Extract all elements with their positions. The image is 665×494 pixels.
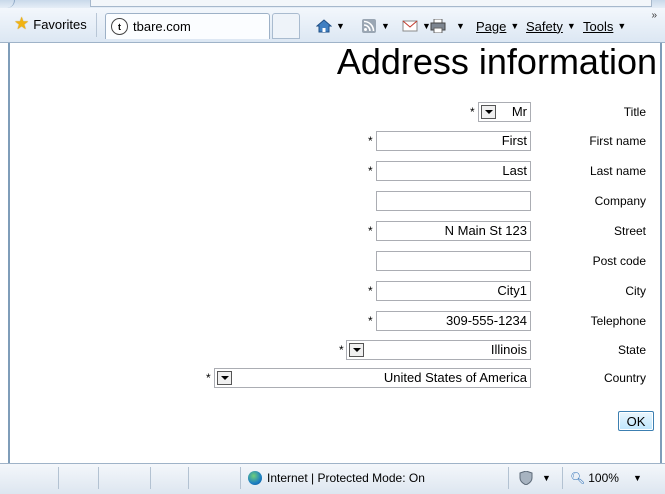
home-dropdown-icon[interactable]: ▼ [336, 21, 345, 31]
city-input[interactable]: City1 [376, 281, 531, 301]
window-corner [0, 0, 15, 8]
country-dropdown-icon[interactable] [217, 371, 232, 385]
zoom-magnifier-icon: 🔍︎ [570, 471, 586, 485]
internet-globe-icon [248, 471, 262, 485]
telephone-label: Telephone [590, 314, 646, 328]
content-right-border [660, 43, 662, 463]
toolbar-separator [96, 13, 97, 37]
tools-dropdown-icon: ▼ [617, 21, 627, 31]
status-separator [150, 467, 151, 489]
page-menu[interactable]: Page ▼ [476, 16, 519, 36]
security-shield-icon [519, 471, 533, 485]
required-marker: * [368, 284, 373, 298]
country-select[interactable]: United States of America [214, 368, 531, 388]
post-code-label: Post code [592, 254, 646, 268]
page-content: Address information * Mr Title * First F… [0, 41, 665, 463]
print-button[interactable]: ▼ [430, 16, 465, 36]
security-button[interactable]: ▼ [518, 468, 551, 488]
favorites-star-icon: ★ [14, 14, 30, 33]
last-name-input[interactable]: Last [376, 161, 531, 181]
mail-icon [402, 20, 418, 32]
page-title: Address information [336, 41, 657, 82]
browser-tab[interactable]: t tbare.com [105, 13, 270, 39]
printer-icon [430, 19, 446, 33]
status-separator [562, 467, 563, 489]
title-label: Title [623, 105, 646, 119]
first-name-input[interactable]: First [376, 131, 531, 151]
required-marker: * [206, 371, 211, 385]
zoom-dropdown-icon: ▼ [632, 473, 642, 483]
required-marker: * [368, 224, 373, 238]
more-commands-chevron-icon[interactable]: » [651, 10, 657, 21]
required-marker: * [368, 134, 373, 148]
status-separator [98, 467, 99, 489]
state-label: State [617, 343, 646, 357]
favorites-label: Favorites [33, 16, 87, 32]
favorites-button[interactable]: ★ Favorites [14, 13, 87, 35]
company-label: Company [594, 194, 646, 208]
site-favicon-icon: t [111, 18, 128, 35]
required-marker: * [368, 164, 373, 178]
title-dropdown-icon[interactable] [481, 105, 496, 119]
required-marker: * [339, 343, 344, 357]
state-select[interactable]: Illinois [346, 340, 531, 360]
status-separator [58, 467, 59, 489]
telephone-input[interactable]: 309-555-1234 [376, 311, 531, 331]
last-name-label: Last name [589, 164, 646, 178]
safety-menu[interactable]: Safety ▼ [526, 16, 576, 36]
country-label: Country [603, 371, 646, 385]
print-dropdown-icon[interactable]: ▼ [456, 21, 465, 31]
safety-menu-label: Safety [526, 18, 563, 34]
home-button[interactable]: ▼ [316, 16, 345, 36]
zoom-control[interactable]: 🔍︎ 100% ▼ [570, 468, 642, 488]
new-tab-button[interactable] [272, 13, 300, 39]
feeds-dropdown-icon[interactable]: ▼ [381, 21, 390, 31]
street-input[interactable]: N Main St 123 [376, 221, 531, 241]
post-code-input[interactable] [376, 251, 531, 271]
status-separator [508, 467, 509, 489]
street-label: Street [613, 224, 646, 238]
content-left-border [8, 43, 10, 463]
zoom-level: 100% [588, 471, 619, 485]
tools-menu-label: Tools [583, 18, 614, 34]
browser-toolbar: ★ Favorites t tbare.com ▼ ▼ ▼ ▼ Page ▼ S… [0, 8, 665, 43]
page-dropdown-icon: ▼ [510, 21, 520, 31]
status-separator [188, 467, 189, 489]
zone-status-text: Internet | Protected Mode: On [267, 471, 425, 485]
address-bar-edge [90, 0, 652, 7]
status-bar: Internet | Protected Mode: On ▼ 🔍︎ 100% … [0, 463, 665, 494]
mail-button[interactable]: ▼ [402, 16, 431, 36]
security-dropdown-icon: ▼ [542, 473, 551, 483]
city-label: City [625, 284, 646, 298]
safety-dropdown-icon: ▼ [566, 21, 576, 31]
rss-feed-icon [362, 19, 376, 33]
home-icon [316, 19, 332, 33]
first-name-label: First name [589, 134, 646, 148]
tab-title: tbare.com [133, 19, 191, 34]
company-input[interactable] [376, 191, 531, 211]
status-separator [240, 467, 241, 489]
tools-menu[interactable]: Tools ▼ [583, 16, 626, 36]
required-marker: * [368, 314, 373, 328]
page-menu-label: Page [476, 18, 507, 34]
feeds-button[interactable]: ▼ [361, 16, 390, 36]
required-marker: * [470, 105, 475, 119]
window-top-strip [0, 0, 665, 8]
ok-button[interactable]: OK [618, 411, 654, 431]
state-dropdown-icon[interactable] [349, 343, 364, 357]
zone-status[interactable]: Internet | Protected Mode: On [248, 468, 425, 488]
